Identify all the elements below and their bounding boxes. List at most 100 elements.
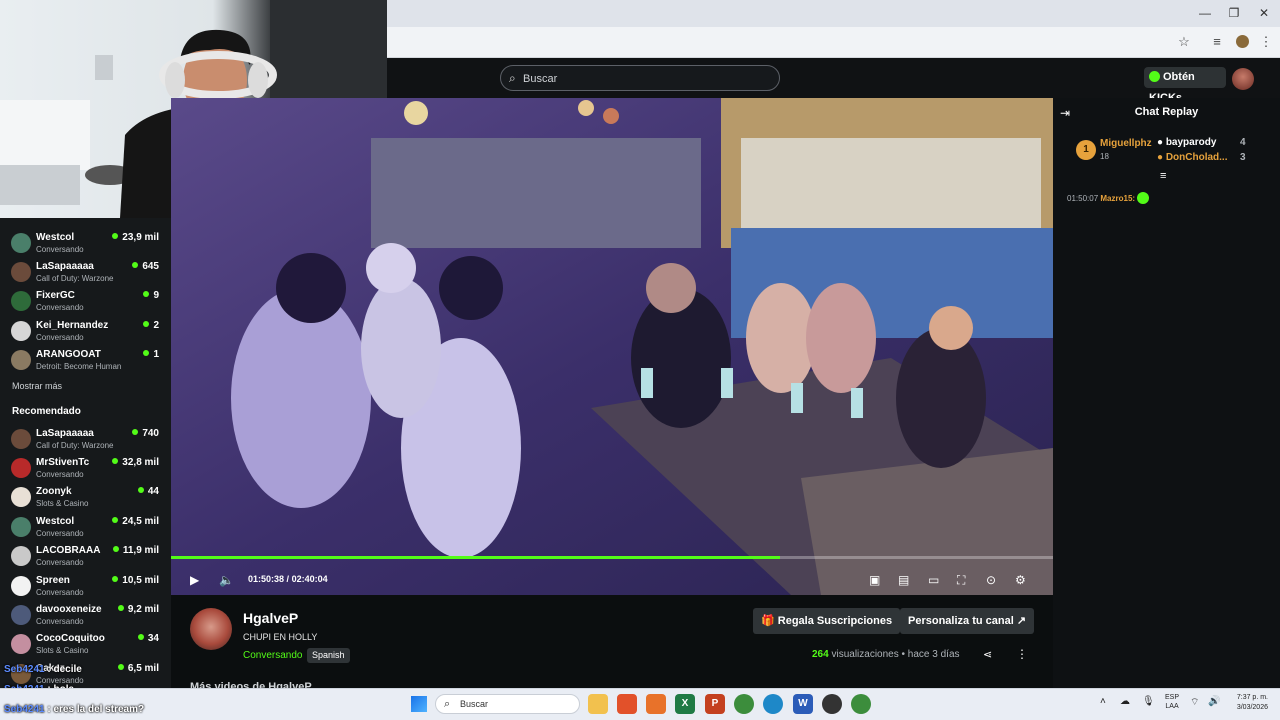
microphone-icon[interactable]: 🎙 xyxy=(1142,696,1155,707)
viewer-count: 32,8 mil xyxy=(112,457,159,468)
sidebar-item-westcol[interactable]: Westcol Conversando 23,9 mil xyxy=(0,227,171,257)
excel-icon[interactable]: X xyxy=(675,694,695,714)
keyboard-layout: LAA xyxy=(1165,703,1179,710)
viewer-count-value: 9,2 mil xyxy=(127,604,159,615)
windows-start-icon[interactable] xyxy=(411,696,427,712)
network-status-icon[interactable]: ☁ xyxy=(1120,696,1130,707)
avatar xyxy=(11,546,31,566)
sidebar-item-spreen[interactable]: Spreen Conversando 10,5 mil xyxy=(0,570,171,600)
gift-subscriptions-button[interactable]: 🎁 Regala Suscripciones xyxy=(753,608,901,634)
sidebar-item-lacobraaa[interactable]: LACOBRAAA Conversando 11,9 mil xyxy=(0,540,171,570)
wifi-icon[interactable]: ⌔ xyxy=(1190,696,1199,709)
play-icon[interactable]: ▶ xyxy=(190,571,199,589)
more-options-icon[interactable]: ⋮ xyxy=(1016,647,1028,661)
settings-gear-icon[interactable]: ⚙ xyxy=(1015,571,1026,589)
firefox-icon[interactable] xyxy=(646,694,666,714)
channel-avatar[interactable] xyxy=(190,608,232,650)
sidebar-item-kei-hernandez[interactable]: Kei_Hernandez Conversando 2 xyxy=(0,315,171,345)
channel-name: davooxeneize xyxy=(36,604,102,615)
sidebar-item-lasapaaaaa-rec[interactable]: LaSapaaaaa Call of Duty: Warzone 740 xyxy=(0,423,171,453)
system-clock[interactable]: 7:37 p. m. 3/03/2026 xyxy=(1226,693,1268,713)
miniplayer-icon[interactable]: ▣ xyxy=(869,571,880,589)
share-icon[interactable]: ⋖ xyxy=(983,648,992,661)
chat-panel xyxy=(1053,98,1280,688)
viewer-count: 34 xyxy=(137,633,159,644)
close-window-icon[interactable]: ✕ xyxy=(1252,4,1276,22)
viewer-count-value: 44 xyxy=(147,486,159,497)
theater-mode-icon[interactable]: ▭ xyxy=(928,571,939,589)
leaderboard-count: 3 xyxy=(1240,152,1246,163)
obs-icon[interactable] xyxy=(822,694,842,714)
live-dot-icon xyxy=(143,350,150,356)
sidebar-item-mrstiventc[interactable]: MrStivenTc Conversando 32,8 mil xyxy=(0,452,171,482)
language-indicator[interactable]: ESP LAA xyxy=(1165,693,1179,711)
taskbar xyxy=(0,688,1280,720)
views-label: visualizaciones xyxy=(831,649,899,660)
viewer-count-value: 1 xyxy=(153,349,159,360)
brave-icon[interactable] xyxy=(617,694,637,714)
channel-name: Kei_Hernandez xyxy=(36,320,109,331)
channel-name[interactable]: HgalveP xyxy=(243,610,298,626)
file-explorer-icon[interactable] xyxy=(588,694,608,714)
viewer-count: 740 xyxy=(132,428,159,439)
video-player[interactable] xyxy=(171,98,1053,595)
customize-channel-label: Personaliza tu canal xyxy=(908,615,1014,627)
channel-name: CocoCoquitoo xyxy=(36,633,105,644)
browser-titlebar xyxy=(387,0,1280,27)
channel-name: MrStivenTc xyxy=(36,457,90,468)
chat-title: Chat Replay xyxy=(1134,106,1199,118)
progress-fill xyxy=(171,556,780,559)
sidebar-item-cococoquitoo[interactable]: CocoCoquitoo Slots & Casino 34 xyxy=(0,628,171,658)
chrome-icon[interactable] xyxy=(734,694,754,714)
viewer-count: 9,2 mil xyxy=(117,604,159,615)
viewer-count-value: 24,5 mil xyxy=(122,516,159,527)
show-hidden-icons-icon[interactable]: ˄ xyxy=(1100,696,1106,707)
views-and-date: 264 visualizaciones • hace 3 días xyxy=(812,649,960,660)
message-user[interactable]: Mazro15: xyxy=(1100,194,1135,203)
edge-icon[interactable] xyxy=(763,694,783,714)
word-icon[interactable]: W xyxy=(793,694,813,714)
time-separator: / xyxy=(286,574,290,584)
playback-speed-icon[interactable]: ⊙ xyxy=(986,571,996,589)
maximize-icon[interactable]: ❐ xyxy=(1222,4,1246,22)
progress-bar[interactable] xyxy=(171,556,1053,559)
reading-list-icon[interactable]: ≡ xyxy=(1207,33,1227,51)
more-videos-heading: Más videos de HgalveP xyxy=(190,681,312,688)
avatar xyxy=(11,429,31,449)
search-bar[interactable]: ⌕ xyxy=(500,65,780,91)
browser-address-bar[interactable] xyxy=(387,27,1280,58)
volume-tray-icon[interactable]: 🔊 xyxy=(1208,696,1220,707)
leaderboard-user[interactable]: ● DonCholad... xyxy=(1157,152,1228,163)
avatar xyxy=(11,605,31,625)
taskbar-search[interactable]: ⌕ Buscar xyxy=(435,694,580,714)
live-dot-icon xyxy=(132,262,139,268)
sidebar-item-fixergc[interactable]: FixerGC Conversando 9 xyxy=(0,285,171,315)
overlay-chat-line: Seb4241 : eres la del stream? xyxy=(4,704,144,715)
customize-channel-button[interactable]: Personaliza tu canal ↗ xyxy=(900,608,1035,634)
profile-icon[interactable] xyxy=(1232,33,1252,51)
sidebar-item-zoonyk[interactable]: Zoonyk Slots & Casino 44 xyxy=(0,481,171,511)
clip-icon[interactable]: ▤ xyxy=(898,571,909,589)
get-kicks-button[interactable]: Obtén KICKs xyxy=(1144,67,1226,104)
sidebar-item-davooxeneize[interactable]: davooxeneize Conversando 9,2 mil xyxy=(0,599,171,629)
live-dot-icon xyxy=(137,487,144,493)
expand-leaderboard-icon[interactable]: ≡ xyxy=(1160,170,1166,182)
sidebar-item-lasapaaaaa[interactable]: LaSapaaaaa Call of Duty: Warzone 645 xyxy=(0,256,171,286)
sidebar-item-arangooat[interactable]: ARANGOOAT Detroit: Become Human 1 xyxy=(0,344,171,374)
gift-subscriptions-label: Regala Suscripciones xyxy=(777,615,893,627)
stream-category[interactable]: Conversando xyxy=(243,650,302,661)
leaderboard-user[interactable]: Miguellphz xyxy=(1100,138,1152,149)
language-tag[interactable]: Spanish xyxy=(307,648,350,663)
minimize-icon[interactable]: — xyxy=(1193,4,1217,22)
leaderboard-user[interactable]: ● bayparody xyxy=(1157,137,1216,148)
show-more-link[interactable]: Mostrar más xyxy=(12,381,62,391)
bookmark-star-icon[interactable]: ☆ xyxy=(1174,33,1194,51)
sidebar-item-westcol-rec[interactable]: Westcol Conversando 24,5 mil xyxy=(0,511,171,541)
volume-icon[interactable]: 🔈 xyxy=(219,571,234,589)
fullscreen-icon[interactable]: ⛶ xyxy=(957,571,965,589)
powerpoint-icon[interactable]: P xyxy=(705,694,725,714)
search-input[interactable] xyxy=(523,70,763,87)
user-avatar[interactable] xyxy=(1232,68,1254,90)
chrome-profile-icon[interactable] xyxy=(851,694,871,714)
browser-menu-icon[interactable]: ⋮ xyxy=(1256,33,1276,51)
